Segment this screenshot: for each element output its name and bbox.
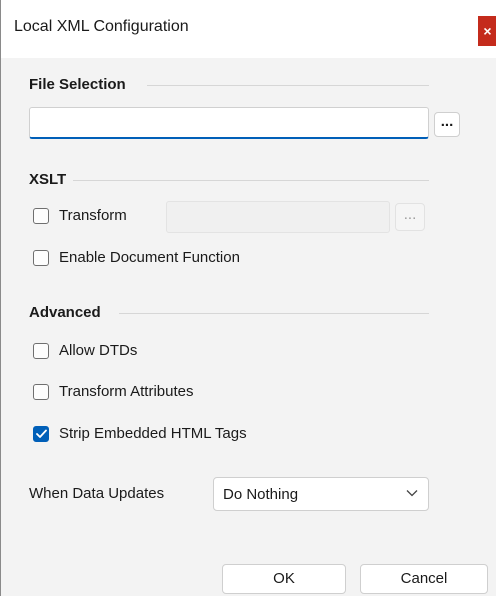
strip-html-checkbox[interactable] [33, 426, 49, 442]
chevron-down-icon [406, 490, 418, 497]
file-selection-heading: File Selection [29, 76, 126, 93]
section-divider [119, 313, 429, 314]
window-title: Local XML Configuration [14, 18, 189, 35]
enable-document-function-checkbox[interactable] [33, 250, 49, 266]
local-xml-configuration-dialog: Local XML Configuration × File Selection… [0, 0, 496, 596]
transform-file-input [166, 201, 390, 233]
transform-attributes-checkbox[interactable] [33, 384, 49, 400]
xslt-heading: XSLT [29, 171, 67, 188]
when-data-updates-dropdown[interactable]: Do Nothing [213, 477, 429, 511]
allow-dtds-label: Allow DTDs [59, 342, 138, 359]
file-browse-button[interactable]: ... [434, 112, 460, 137]
when-data-updates-label: When Data Updates [29, 485, 165, 502]
enable-document-function-label: Enable Document Function [59, 249, 240, 266]
advanced-heading: Advanced [29, 304, 101, 321]
close-button[interactable]: × [478, 16, 496, 46]
title-bar: Local XML Configuration × [1, 0, 496, 58]
transform-checkbox[interactable] [33, 208, 49, 224]
close-icon: × [483, 23, 492, 39]
section-divider [147, 85, 429, 86]
ok-button[interactable]: OK [222, 564, 346, 594]
transform-attributes-label: Transform Attributes [59, 383, 194, 400]
file-path-input[interactable] [29, 107, 429, 139]
ellipsis-icon: ... [403, 206, 417, 223]
ellipsis-icon: ... [440, 113, 454, 130]
checkmark-icon [36, 429, 47, 438]
transform-browse-button: ... [395, 203, 425, 231]
dropdown-selected-value: Do Nothing [223, 486, 299, 503]
cancel-button[interactable]: Cancel [360, 564, 488, 594]
section-divider [73, 180, 429, 181]
strip-html-label: Strip Embedded HTML Tags [59, 425, 247, 442]
allow-dtds-checkbox[interactable] [33, 343, 49, 359]
transform-label: Transform [59, 207, 127, 224]
